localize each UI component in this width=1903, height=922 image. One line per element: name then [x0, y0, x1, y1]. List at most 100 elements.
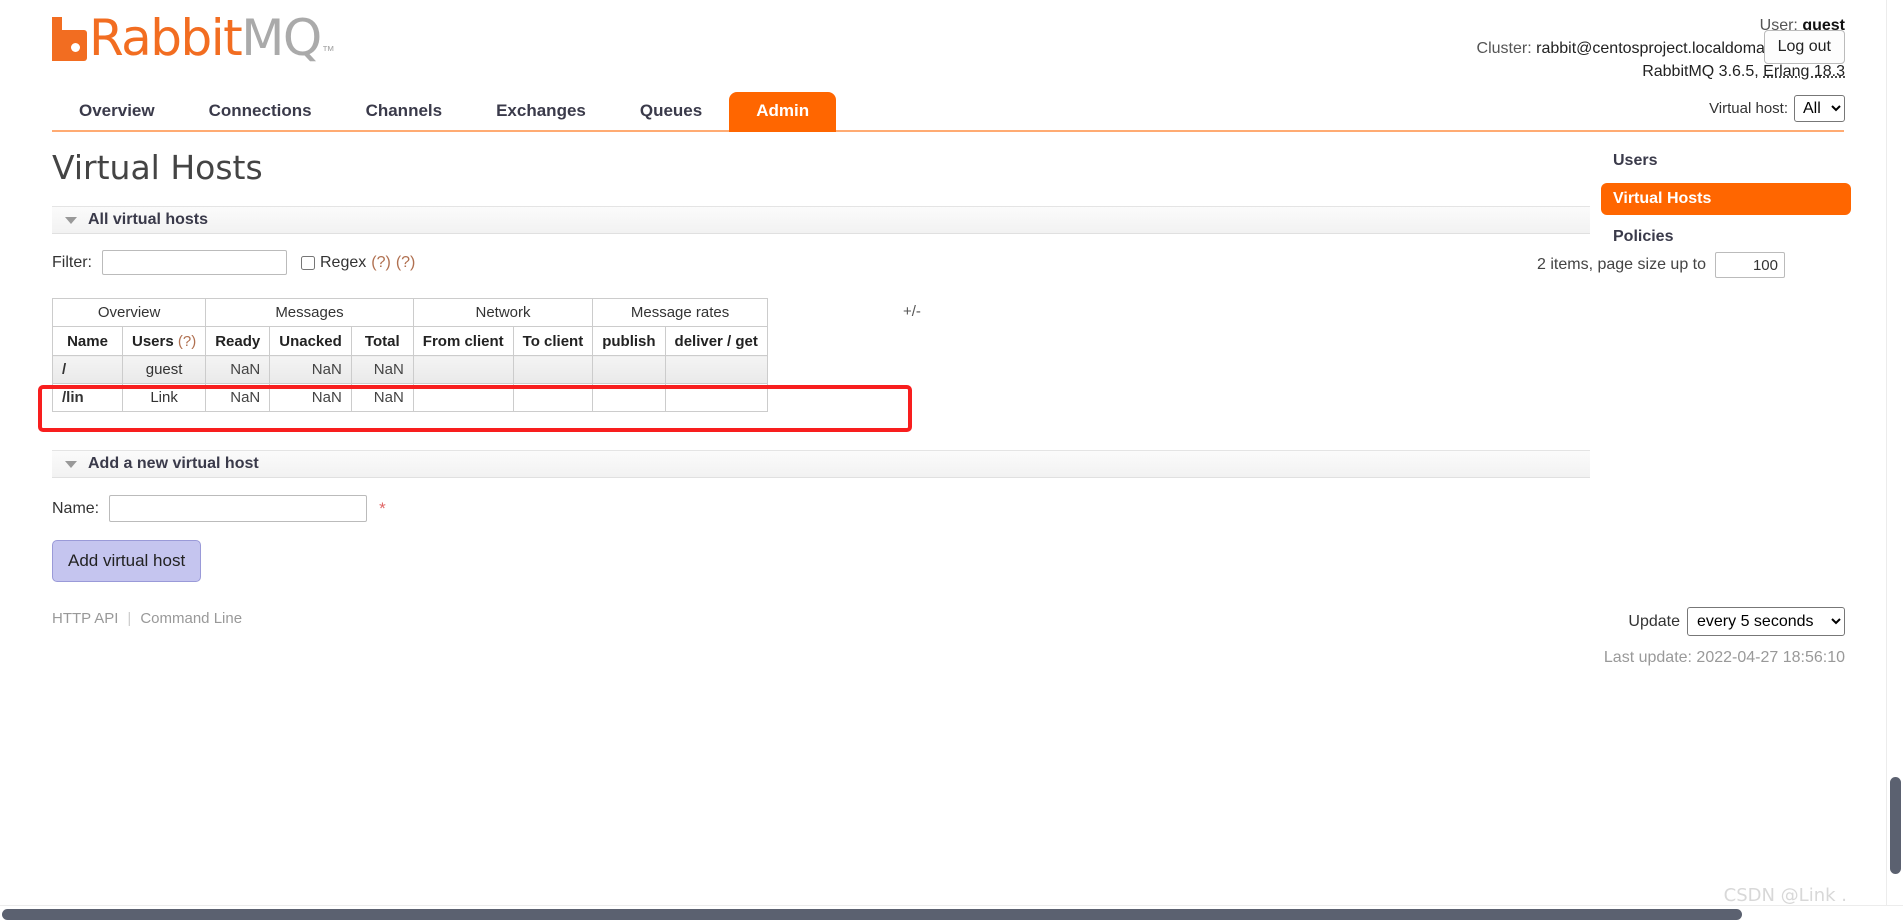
main-nav-tabs: Overview Connections Channels Exchanges Queu… — [52, 92, 837, 132]
filter-input[interactable] — [102, 250, 287, 275]
last-update-text: Last update: 2022-04-27 18:56:10 — [1603, 649, 1845, 666]
rabbitmq-management-page: Rabbit MQ ™ User: guest Cluster: rabbit@… — [0, 0, 1903, 922]
vhost-name-input[interactable] — [109, 495, 368, 522]
horizontal-scrollbar-thumb[interactable] — [2, 909, 1742, 920]
vertical-scrollbar-thumb[interactable] — [1890, 777, 1901, 874]
table-body: / guest NaN NaN NaN/lin Link NaN NaN NaN — [52, 355, 768, 412]
table-row[interactable]: /lin Link NaN NaN NaN — [52, 383, 768, 412]
cell-name[interactable]: /lin — [52, 383, 123, 412]
section-all-virtual-hosts-label: All virtual hosts — [88, 211, 209, 228]
tab-underline — [52, 130, 1844, 132]
tab-connections[interactable]: Connections — [182, 92, 339, 132]
vhost-name-link[interactable]: / — [62, 361, 66, 378]
cell-publish — [592, 355, 666, 384]
cell-deliver-get — [664, 355, 768, 384]
table-group-header-messages: Messages — [205, 298, 414, 327]
vhost-users-link[interactable]: guest — [146, 361, 183, 378]
table-row[interactable]: / guest NaN NaN NaN — [52, 355, 768, 384]
sidebar-item-policies[interactable]: Policies — [1601, 221, 1851, 253]
chevron-down-icon — [65, 460, 77, 468]
add-virtual-host-button[interactable]: Add virtual host — [52, 540, 202, 582]
page-title: Virtual Hosts — [52, 148, 263, 187]
table-column-header-name[interactable]: Name — [52, 326, 123, 356]
vertical-scrollbar[interactable] — [1886, 0, 1903, 905]
regex-help-icon-1[interactable]: (?) — [371, 254, 391, 272]
regex-option: Regex (?) (?) — [301, 254, 415, 272]
sidebar-item-users[interactable]: Users — [1601, 145, 1851, 177]
virtual-host-label: Virtual host: — [1709, 100, 1788, 117]
cell-from-client — [412, 383, 514, 412]
logo-text-rabbit: Rabbit — [89, 9, 243, 67]
page-header: Rabbit MQ ™ User: guest Cluster: rabbit@… — [0, 0, 1903, 132]
tab-queues[interactable]: Queues — [613, 92, 729, 132]
name-label: Name: — [52, 499, 100, 517]
rabbitmq-logo-icon — [52, 17, 87, 61]
filter-row: Filter: Regex (?) (?) — [52, 250, 415, 275]
table-column-header-from-client[interactable]: From client — [412, 326, 514, 356]
admin-sidebar: Users Virtual Hosts Policies — [1601, 145, 1851, 259]
logout-button[interactable]: Log out — [1763, 30, 1845, 64]
cell-name[interactable]: / — [52, 355, 123, 384]
regex-help-icon-2[interactable]: (?) — [396, 254, 416, 272]
cell-from-client — [412, 355, 514, 384]
vhost-name-link[interactable]: /lin — [62, 389, 84, 406]
table-column-header-to-client[interactable]: To client — [512, 326, 594, 356]
command-line-link[interactable]: Command Line — [140, 610, 242, 627]
vhost-users-link[interactable]: Link — [150, 389, 178, 406]
update-label: Update — [1628, 612, 1680, 630]
table-head: Overview Messages Network Message rates Nam… — [51, 298, 768, 356]
sidebar-item-virtual-hosts[interactable]: Virtual Hosts — [1601, 183, 1851, 215]
table-column-header-total[interactable]: Total — [350, 326, 414, 356]
virtual-host-selector: Virtual host: All//lin — [1709, 95, 1845, 122]
cell-to-client — [512, 383, 594, 412]
cluster-value: rabbit@centosproject.localdomain — [1536, 40, 1778, 57]
regex-checkbox[interactable] — [301, 255, 315, 270]
section-add-virtual-host-label: Add a new virtual host — [88, 455, 259, 472]
table-column-header-deliver-get[interactable]: deliver / get — [664, 326, 768, 356]
table-group-header-network: Network — [412, 298, 594, 327]
cell-unacked: NaN — [269, 355, 352, 384]
tab-exchanges[interactable]: Exchanges — [469, 92, 613, 132]
required-marker: * — [379, 498, 386, 518]
table-column-header-unacked[interactable]: Unacked — [269, 326, 352, 356]
section-add-virtual-host[interactable]: Add a new virtual host — [52, 450, 1590, 478]
rabbitmq-version: RabbitMQ 3.6.5, — [1642, 63, 1759, 80]
tab-channels[interactable]: Channels — [339, 92, 470, 132]
cell-total: NaN — [350, 383, 414, 412]
chevron-down-icon — [65, 216, 77, 224]
table-column-header-ready[interactable]: Ready — [205, 326, 271, 356]
cell-ready: NaN — [205, 355, 271, 384]
horizontal-scrollbar[interactable] — [0, 905, 1903, 922]
cell-total: NaN — [350, 355, 414, 384]
table-column-header-publish[interactable]: publish — [592, 326, 666, 356]
csdn-watermark: CSDN @Link . — [1723, 885, 1847, 906]
tab-overview[interactable]: Overview — [52, 92, 182, 132]
table-column-header-row: Name Users (?) Ready Unacked Total From clien… — [52, 326, 768, 356]
table-group-header-overview: Overview — [51, 298, 207, 327]
logo-trademark: ™ — [321, 43, 335, 58]
add-virtual-host-form: Name: * Add virtual host — [52, 495, 386, 582]
users-help-icon[interactable]: (?) — [178, 333, 196, 350]
column-toggle-plus-minus[interactable]: +/- — [903, 303, 921, 320]
cell-users[interactable]: guest — [121, 355, 207, 384]
table-column-header-users[interactable]: Users (?) — [121, 326, 207, 356]
footer-separator: | — [127, 610, 132, 627]
filter-label: Filter: — [52, 253, 92, 271]
virtual-hosts-table: Overview Messages Network Message rates Nam… — [51, 298, 768, 412]
logo-text-mq: MQ — [241, 9, 322, 67]
update-controls: Update every 5 secondsevery 10 secondsev… — [1628, 607, 1845, 636]
table-group-header-message-rates: Message rates — [592, 298, 768, 327]
cell-users[interactable]: Link — [121, 383, 207, 412]
cluster-label: Cluster: — [1476, 40, 1532, 57]
update-interval-select[interactable]: every 5 secondsevery 10 secondsevery 30 … — [1687, 607, 1845, 636]
section-all-virtual-hosts[interactable]: All virtual hosts — [52, 206, 1590, 234]
rabbitmq-logo[interactable]: Rabbit MQ ™ — [52, 9, 335, 67]
http-api-link[interactable]: HTTP API — [52, 610, 118, 627]
tab-admin[interactable]: Admin — [729, 92, 837, 132]
virtual-host-select[interactable]: All//lin — [1794, 95, 1845, 122]
cell-unacked: NaN — [269, 383, 352, 412]
footer-links: HTTP API | Command Line — [52, 610, 242, 627]
cell-ready: NaN — [205, 383, 271, 412]
table-group-header-row: Overview Messages Network Message rates — [51, 298, 768, 327]
cell-to-client — [512, 355, 594, 384]
